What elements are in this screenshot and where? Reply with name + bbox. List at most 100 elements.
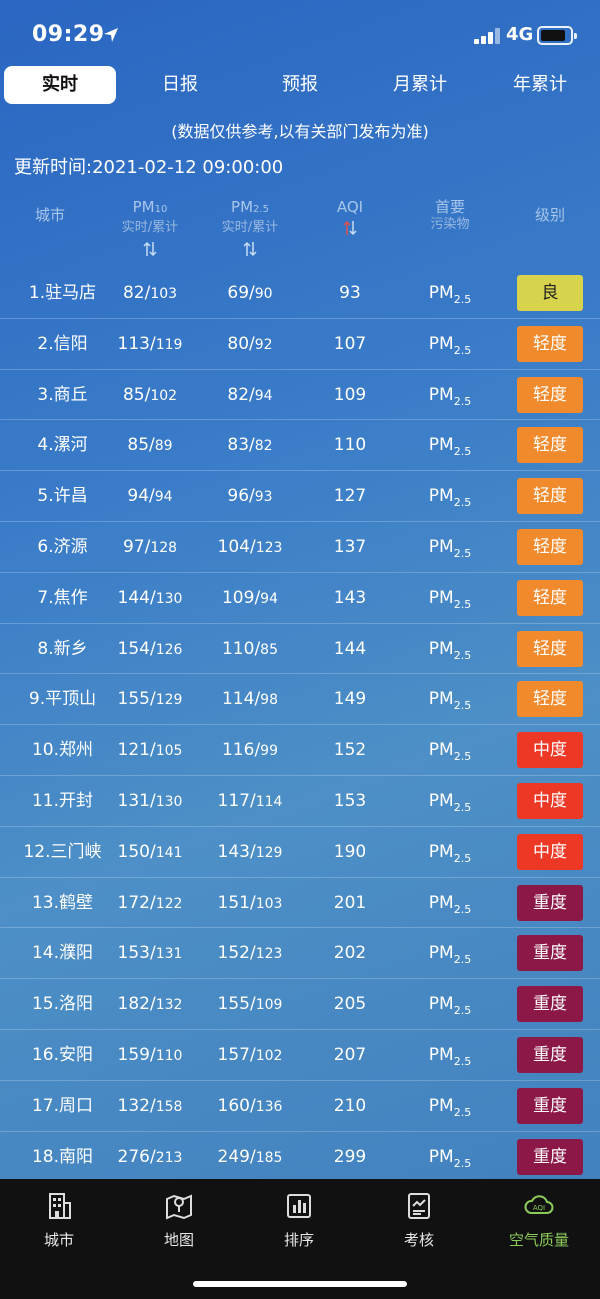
nav-assessment[interactable]: 考核 — [379, 1191, 459, 1250]
pm10-value: 121/105 — [117, 740, 183, 761]
aqi-value: 107 — [333, 333, 367, 354]
tab-forecast[interactable]: 预报 — [250, 66, 350, 104]
primary-pollutant: PM2.5 — [428, 943, 472, 967]
nav-ranking[interactable]: 排序 — [259, 1191, 339, 1250]
pm10-value: 85/89 — [127, 435, 173, 456]
primary-pollutant: PM2.5 — [428, 994, 472, 1018]
table-row[interactable]: 11.开封 131/130 117/114 153 PM2.5 中度 — [0, 776, 600, 827]
bottom-nav: 城市 地图 排序 考核 AQI 空气质量 — [0, 1179, 600, 1299]
pm10-value: 113/119 — [117, 333, 183, 354]
table-row[interactable]: 17.周口 132/158 160/136 210 PM2.5 重度 — [0, 1081, 600, 1132]
header-primary-pollutant: 首要 污染物 — [430, 198, 470, 232]
table-row[interactable]: 3.商丘 85/102 82/94 109 PM2.5 轻度 — [0, 370, 600, 421]
pm25-value: 160/136 — [217, 1095, 283, 1116]
level-badge: 中度 — [517, 782, 583, 819]
pm10-value: 155/129 — [117, 689, 183, 710]
pm25-value: 110/85 — [221, 638, 278, 659]
pm25-value: 151/103 — [217, 892, 283, 913]
pm25-value: 109/94 — [221, 587, 278, 608]
pm10-value: 154/126 — [117, 638, 183, 659]
pm25-value: 117/114 — [217, 790, 283, 811]
aqi-value: 190 — [333, 841, 367, 862]
tab-realtime[interactable]: 实时 — [4, 66, 116, 104]
pm25-value: 152/123 — [217, 943, 283, 964]
table-row[interactable]: 14.濮阳 153/131 152/123 202 PM2.5 重度 — [0, 928, 600, 980]
nav-city[interactable]: 城市 — [19, 1191, 99, 1250]
home-indicator[interactable] — [193, 1281, 407, 1287]
primary-pollutant: PM2.5 — [428, 892, 472, 916]
status-time: 09:29 — [32, 22, 105, 47]
pm25-value: 80/92 — [227, 333, 273, 354]
table-row[interactable]: 1.驻马店 82/103 69/90 93 PM2.5 良 — [0, 268, 600, 319]
pm25-value: 116/99 — [221, 740, 278, 761]
pm10-value: 182/132 — [117, 994, 183, 1015]
table-row[interactable]: 5.许昌 94/94 96/93 127 PM2.5 轻度 — [0, 471, 600, 522]
table-row[interactable]: 4.漯河 85/89 83/82 110 PM2.5 轻度 — [0, 420, 600, 472]
city-table: 1.驻马店 82/103 69/90 93 PM2.5 良 2.信阳 113/119 80/92… — [0, 268, 600, 1183]
aqi-value: 299 — [333, 1146, 367, 1167]
pm25-value: 114/98 — [221, 689, 278, 710]
primary-pollutant: PM2.5 — [428, 333, 472, 357]
aqi-value: 201 — [333, 892, 367, 913]
header-pm25[interactable]: PM2.5 实时/累计 — [200, 198, 300, 257]
sort-active-icon[interactable] — [343, 220, 357, 236]
level-badge: 良 — [517, 275, 583, 311]
primary-pollutant: PM2.5 — [428, 790, 472, 814]
bar-chart-icon — [287, 1194, 311, 1218]
table-row[interactable]: 8.新乡 154/126 110/85 144 PM2.5 轻度 — [0, 624, 600, 675]
sort-icon[interactable] — [243, 241, 257, 257]
tab-yearly[interactable]: 年累计 — [490, 66, 590, 104]
pm25-value: 143/129 — [217, 841, 283, 862]
tab-monthly[interactable]: 月累计 — [370, 66, 470, 104]
table-row[interactable]: 18.南阳 276/213 249/185 299 PM2.5 重度 — [0, 1132, 600, 1183]
table-row[interactable]: 6.济源 97/128 104/123 137 PM2.5 轻度 — [0, 522, 600, 573]
sort-icon[interactable] — [143, 241, 157, 257]
svg-text:AQI: AQI — [533, 1204, 545, 1212]
primary-pollutant: PM2.5 — [428, 587, 472, 611]
nav-air-quality[interactable]: AQI 空气质量 — [499, 1191, 579, 1250]
table-row[interactable]: 16.安阳 159/110 157/102 207 PM2.5 重度 — [0, 1030, 600, 1081]
table-row[interactable]: 15.洛阳 182/132 155/109 205 PM2.5 重度 — [0, 979, 600, 1030]
pm10-value: 82/103 — [122, 283, 178, 303]
level-badge: 重度 — [517, 1036, 583, 1073]
network-type: 4G — [506, 24, 534, 45]
aqi-value: 210 — [333, 1095, 367, 1116]
pm25-value: 83/82 — [227, 435, 273, 456]
table-row[interactable]: 9.平顶山 155/129 114/98 149 PM2.5 轻度 — [0, 674, 600, 726]
pm10-value: 172/122 — [117, 892, 183, 913]
aqi-value: 205 — [333, 994, 367, 1015]
primary-pollutant: PM2.5 — [428, 536, 472, 560]
aqi-value: 207 — [333, 1044, 367, 1065]
level-badge: 重度 — [517, 986, 583, 1023]
primary-pollutant: PM2.5 — [428, 1044, 472, 1068]
level-badge: 中度 — [517, 732, 583, 769]
header-city: 城市 — [34, 206, 65, 224]
primary-pollutant: PM2.5 — [428, 740, 472, 764]
table-row[interactable]: 10.郑州 121/105 116/99 152 PM2.5 中度 — [0, 725, 600, 776]
primary-pollutant: PM2.5 — [428, 841, 472, 865]
cellular-signal-icon — [474, 28, 500, 44]
aqi-value: 110 — [333, 435, 367, 456]
aqi-value: 149 — [333, 689, 367, 710]
level-badge: 轻度 — [517, 630, 583, 667]
pm10-value: 85/102 — [122, 384, 178, 405]
pm25-value: 82/94 — [227, 384, 273, 405]
pm25-value: 249/185 — [217, 1146, 283, 1167]
header-aqi[interactable]: AQI — [300, 198, 400, 236]
level-badge: 轻度 — [517, 325, 583, 362]
nav-map[interactable]: 地图 — [139, 1191, 219, 1250]
level-badge: 轻度 — [517, 478, 583, 515]
level-badge: 轻度 — [517, 376, 583, 413]
aqi-value: 152 — [333, 740, 367, 761]
table-row[interactable]: 13.鹤壁 172/122 151/103 201 PM2.5 重度 — [0, 878, 600, 929]
primary-pollutant: PM2.5 — [428, 689, 472, 713]
header-pm10[interactable]: PM10 实时/累计 — [100, 198, 200, 257]
primary-pollutant: PM2.5 — [428, 638, 472, 662]
table-row[interactable]: 2.信阳 113/119 80/92 107 PM2.5 轻度 — [0, 319, 600, 370]
level-badge: 轻度 — [517, 427, 583, 464]
building-icon — [49, 1193, 71, 1219]
table-row[interactable]: 12.三门峡 150/141 143/129 190 PM2.5 中度 — [0, 827, 600, 878]
update-time: 更新时间:2021-02-12 09:00:00 — [14, 157, 284, 178]
tab-daily[interactable]: 日报 — [130, 66, 230, 104]
table-row[interactable]: 7.焦作 144/130 109/94 143 PM2.5 轻度 — [0, 573, 600, 624]
